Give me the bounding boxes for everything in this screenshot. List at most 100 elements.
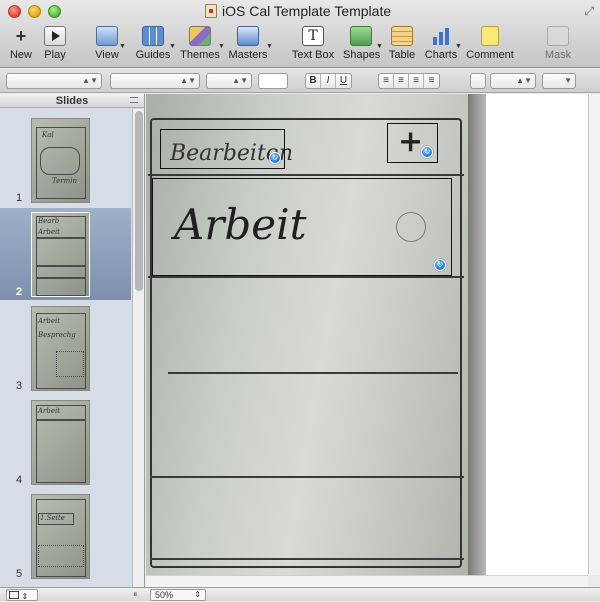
align-center-icon[interactable]: ≡ [394,74,409,88]
view-icon [96,26,118,46]
chevron-down-icon: ▼ [119,43,126,50]
align-left-icon[interactable]: ≡ [379,74,394,88]
themes-label: Themes [180,49,220,61]
line-spacing-icon[interactable] [470,73,486,89]
comment-icon [481,26,499,46]
window-titlebar: iOS Cal Template Template ⤢ + New Play V… [0,0,600,68]
text-box-button[interactable]: T Text Box [290,26,336,66]
slide-navigator: Slides Kal Termin 1 Bearb Arbeit 2 Arbei… [0,94,145,587]
mask-button[interactable]: Mask [543,26,573,66]
sketch-divider [168,372,458,374]
slide-number: 2 [16,286,23,298]
pane-resize-handle-icon[interactable]: ⏸ [133,589,138,600]
zoom-window-button[interactable] [48,5,61,18]
bottom-status-bar: ⇕ ⏸ 50% ⇕ [0,587,600,601]
chevron-updown-icon: ⇕ [21,592,29,601]
comment-button[interactable]: Comment [466,26,514,66]
slide-thumbnail-4[interactable]: Arbeit 4 [0,396,131,488]
slide-number: 3 [16,380,23,392]
replace-icon[interactable]: ↻ [421,146,433,158]
zoom-value: 50% [155,590,174,600]
sketch-divider [148,174,464,176]
masters-label: Masters [228,49,268,61]
masters-button[interactable]: Masters ▼ [228,26,273,66]
slide-thumbnail-3[interactable]: Arbeit Besprechg 3 [0,302,131,394]
bar-chart-icon [430,26,452,46]
placeholder-edit-box[interactable]: ↻ [160,129,285,169]
replace-icon[interactable]: ↻ [434,259,446,271]
slide-number: 5 [16,568,23,580]
line-spacing-popup[interactable]: ▲▼ [490,73,536,89]
align-right-icon[interactable]: ≡ [409,74,424,88]
slide-thumbnail-2[interactable]: Bearb Arbeit 2 [0,208,131,300]
bold-button[interactable]: B [306,74,321,88]
mask-label: Mask [544,49,572,61]
font-family-popup[interactable]: ▲▼ [110,73,200,89]
mask-icon [547,26,569,46]
view-button[interactable]: View ▼ [91,26,126,66]
charts-button[interactable]: Charts ▼ [424,26,462,66]
new-label: New [9,49,32,61]
comment-label: Comment [466,49,514,61]
chevron-down-icon: ▼ [169,43,176,50]
play-label: Play [44,49,66,61]
replace-icon[interactable]: ↻ [269,152,281,164]
canvas-vertical-scrollbar[interactable] [588,94,600,575]
slide-preview: Kal Termin [31,118,90,203]
shapes-icon [350,26,372,46]
new-button[interactable]: + New [8,26,34,66]
plus-icon: + [15,26,27,46]
text-style-buttons: B I U [305,73,352,89]
slide-view-popup[interactable]: ⇕ [6,589,38,601]
slide-thumbnail-5[interactable]: 1.Seite 5 [0,490,131,582]
sketch-divider [148,276,464,278]
table-icon [391,26,413,46]
slide-preview: Bearb Arbeit [31,212,90,297]
font-style-popup[interactable]: ▲▼ [206,73,252,89]
play-button[interactable]: Play [43,26,67,66]
style-popup[interactable]: ▲▼ [6,73,102,89]
chevron-down-icon: ▼ [218,43,225,50]
fullscreen-icon[interactable]: ⤢ [584,4,594,19]
guides-label: Guides [135,49,171,61]
columns-popup[interactable]: ▼ [542,73,576,89]
window-title: iOS Cal Template Template [222,3,392,19]
italic-button[interactable]: I [321,74,336,88]
sketch-divider [150,476,464,478]
slides-header-label: Slides [55,95,89,107]
close-window-button[interactable] [8,5,21,18]
table-button[interactable]: Table [387,26,417,66]
themes-button[interactable]: Themes ▼ [180,26,225,66]
zoom-popup[interactable]: 50% ⇕ [150,589,206,601]
chevron-down-icon: ▼ [455,43,462,50]
sketch-divider [150,558,464,560]
alignment-buttons: ≡ ≡ ≡ ≡ [378,73,440,89]
slide-number: 4 [16,474,23,486]
pane-grip-icon[interactable] [130,97,138,103]
view-label: View [95,49,119,61]
underline-button[interactable]: U [336,74,351,88]
chevron-updown-icon: ⇕ [194,590,201,599]
document-icon[interactable] [205,4,217,18]
scrollbar-knob[interactable] [135,111,143,291]
grid-icon [142,26,164,46]
slide-preview: Arbeit Besprechg [31,306,90,391]
table-label: Table [388,49,416,61]
slide-view-icon [9,591,19,599]
minimize-window-button[interactable] [28,5,41,18]
slides-scrollbar[interactable] [132,109,144,587]
align-justify-icon[interactable]: ≡ [424,74,439,88]
font-size-field[interactable] [258,73,288,89]
canvas-horizontal-scrollbar[interactable] [146,575,588,587]
guides-button[interactable]: Guides ▼ [135,26,176,66]
play-icon [44,26,66,46]
slide-thumbnail-1[interactable]: Kal Termin 1 [0,114,131,206]
placeholder-add-box[interactable]: ↻ [387,123,438,163]
placeholder-title-box[interactable]: ↻ [152,178,452,276]
shapes-label: Shapes [343,49,381,61]
shapes-button[interactable]: Shapes ▼ [343,26,383,66]
chevron-down-icon: ▼ [376,43,383,50]
format-bar: ▲▼ ▲▼ ▲▼ B I U ≡ ≡ ≡ ≡ ▲▼ ▼ [0,69,600,93]
slide-canvas[interactable]: Bearbeiten + Arbeit ↻ ↻ ↻ [146,94,588,575]
masters-icon [237,26,259,46]
